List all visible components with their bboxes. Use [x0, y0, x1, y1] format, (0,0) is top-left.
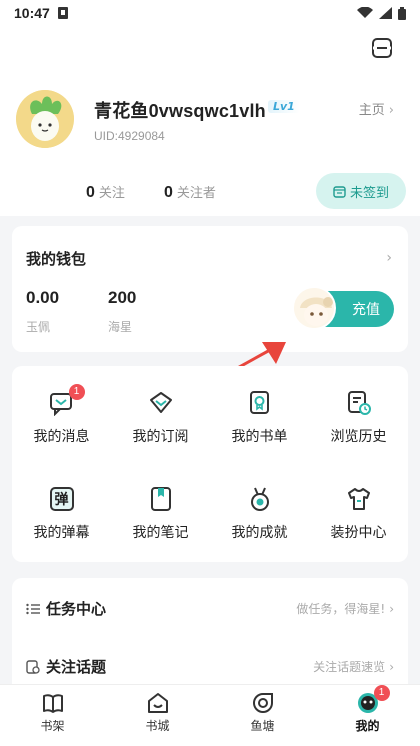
task-center-subtitle: 做任务，得海星! ›	[296, 600, 394, 617]
bookshelf-icon	[41, 691, 65, 715]
feature-grid: 1 我的消息 我的订阅 我的书单 浏览历史 弹 我的弹幕 我的笔记 我的成就 装…	[12, 366, 408, 562]
tab-bookstore[interactable]: 书城	[105, 685, 210, 746]
chevron-right-icon: ›	[386, 250, 392, 266]
booklist-icon	[247, 390, 273, 416]
wallet-card[interactable]: 我的钱包 › 0.00 玉佩 200 海星 充值	[12, 226, 408, 352]
shirt-icon	[346, 486, 372, 512]
sign-in-label: 未签到	[349, 185, 389, 201]
followers-stat[interactable]: 0 关注者	[164, 182, 216, 202]
me-badge: 1	[373, 685, 390, 701]
task-center-row[interactable]: 任务中心 做任务，得海星! ›	[26, 598, 394, 619]
menu-item-dress-up[interactable]: 装扮中心	[309, 486, 408, 542]
tab-label: 书城	[145, 719, 170, 733]
tab-fishpond[interactable]: 鱼塘	[210, 685, 315, 746]
menu-item-label: 我的笔记	[132, 525, 189, 541]
menu-item-danmaku[interactable]: 弹 我的弹幕	[12, 486, 111, 542]
jade-label: 玉佩	[26, 320, 51, 334]
chevron-right-icon: ›	[389, 602, 394, 616]
chevron-right-icon: ›	[388, 103, 394, 118]
home-link-label: 主页	[358, 103, 385, 118]
bookstore-icon	[146, 691, 170, 715]
calendar-icon	[333, 185, 346, 198]
history-icon	[346, 390, 372, 416]
scan-icon[interactable]	[370, 36, 394, 60]
status-time: 10:47	[14, 5, 50, 21]
followers-count: 0	[164, 184, 173, 201]
star-label: 海星	[108, 320, 133, 334]
me-icon: 1	[356, 685, 390, 715]
topics-title: 关注话题	[46, 658, 107, 676]
recharge-label: 充值	[352, 302, 380, 318]
menu-item-label: 我的书单	[231, 429, 288, 445]
wallet-title: 我的钱包	[26, 250, 87, 268]
followers-label: 关注者	[176, 186, 216, 201]
danmaku-glyph: 弹	[54, 492, 69, 508]
mascot-icon	[292, 286, 336, 330]
menu-item-subscriptions[interactable]: 我的订阅	[111, 390, 210, 446]
menu-item-label: 我的成就	[231, 525, 288, 541]
tab-me[interactable]: 1 我的	[315, 685, 420, 746]
message-icon: 1	[49, 384, 85, 417]
following-label: 关注	[98, 186, 125, 201]
menu-item-achievements[interactable]: 我的成就	[210, 486, 309, 542]
tab-label: 我的	[355, 719, 380, 733]
tab-label: 鱼塘	[250, 719, 275, 733]
bottom-tab-bar: 书架 书城 鱼塘 1 我的	[0, 684, 420, 746]
tab-label: 书架	[40, 719, 65, 733]
task-center-title: 任务中心	[46, 600, 107, 618]
home-link[interactable]: 主页 ›	[359, 99, 394, 118]
jade-value: 0.00	[26, 288, 60, 307]
sign-in-button[interactable]: 未签到	[316, 173, 406, 209]
cabbage-avatar-icon	[16, 90, 74, 148]
menu-item-notes[interactable]: 我的笔记	[111, 486, 210, 542]
menu-item-booklists[interactable]: 我的书单	[210, 390, 309, 446]
topics-row[interactable]: 关注话题 关注话题速览 ›	[26, 656, 394, 677]
tab-bookshelf[interactable]: 书架	[0, 685, 105, 746]
topics-subtitle: 关注话题速览 ›	[313, 658, 394, 675]
medal-icon	[247, 486, 273, 512]
menu-item-label: 我的消息	[33, 429, 90, 445]
topics-subtitle-text: 关注话题速览	[313, 660, 386, 674]
signal-icon	[379, 7, 392, 19]
user-id: UID:4929084	[94, 129, 165, 143]
following-stat[interactable]: 0 关注	[86, 182, 125, 202]
status-bar: 10:47	[0, 0, 420, 26]
danmaku-icon: 弹	[49, 486, 75, 512]
menu-item-messages[interactable]: 1 我的消息	[12, 384, 111, 446]
menu-item-label: 装扮中心	[330, 525, 387, 541]
message-badge: 1	[68, 384, 85, 400]
level-badge: Lv1	[268, 100, 300, 113]
chevron-right-icon: ›	[389, 660, 394, 674]
following-count: 0	[86, 184, 95, 201]
avatar[interactable]	[16, 90, 74, 148]
star-value: 200	[108, 288, 137, 307]
tasks-card: 任务中心 做任务，得海星! › 关注话题 关注话题速览 ›	[12, 578, 408, 698]
menu-item-label: 浏览历史	[330, 429, 387, 445]
menu-item-label: 我的弹幕	[33, 525, 90, 541]
sim-icon	[57, 7, 68, 19]
notes-icon	[148, 486, 174, 512]
task-center-subtitle-text: 做任务，得海星!	[296, 602, 386, 616]
battery-icon	[398, 6, 406, 20]
wifi-icon	[357, 7, 373, 18]
list-icon	[26, 603, 40, 614]
menu-item-history[interactable]: 浏览历史	[309, 390, 408, 446]
topic-icon	[26, 659, 40, 674]
menu-item-label: 我的订阅	[132, 429, 189, 445]
fishpond-icon	[251, 691, 275, 715]
username: 青花鱼0vwsqwc1vlh	[94, 101, 266, 121]
subscribe-icon	[148, 390, 174, 416]
